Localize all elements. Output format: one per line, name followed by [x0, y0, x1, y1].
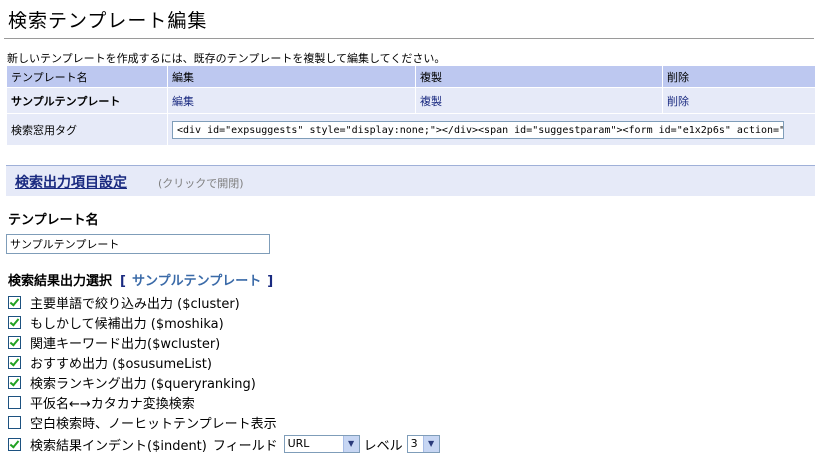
option-label: 平仮名←→カタカナ変換検索 — [30, 396, 195, 412]
option-moshika[interactable]: もしかして候補出力 ($moshika) — [8, 313, 224, 332]
option-label: 主要単語で絞り込み出力 ($cluster) — [30, 296, 240, 312]
copy-link[interactable]: 複製 — [420, 95, 442, 108]
option-label: 関連キーワード出力($wcluster) — [30, 336, 221, 352]
template-name-cell: サンプルテンプレート — [6, 87, 168, 114]
table-header-row: テンプレート名 編集 複製 削除 — [6, 65, 815, 88]
option-label: もしかして候補出力 ($moshika) — [30, 316, 224, 332]
field-select[interactable]: URL ▼ — [283, 435, 360, 453]
page-title: 検索テンプレート編集 — [8, 10, 208, 32]
checkbox[interactable] — [8, 395, 21, 409]
header-delete: 削除 — [662, 65, 815, 88]
result-output-label: 検索結果出力選択 — [8, 274, 113, 289]
checkbox[interactable] — [8, 315, 21, 329]
result-output-heading: 検索結果出力選択 [ サンプルテンプレート] — [8, 270, 273, 289]
search-tag-label: 検索窓用タグ — [6, 113, 168, 146]
template-table: テンプレート名 編集 複製 削除 サンプルテンプレート 編集 複製 削除 検索窓… — [6, 65, 815, 146]
option-label: 検索ランキング出力 ($queryranking) — [30, 376, 256, 392]
checkbox[interactable] — [8, 375, 21, 389]
intro-text: 新しいテンプレートを作成するには、既存のテンプレートを複製して編集してください。 — [7, 52, 446, 65]
option-label: おすすめ出力 ($osusumeList) — [30, 356, 212, 372]
open-bracket: [ — [120, 274, 126, 289]
checkbox[interactable] — [8, 437, 21, 451]
delete-link[interactable]: 削除 — [667, 95, 689, 108]
chevron-down-icon[interactable]: ▼ — [422, 436, 439, 452]
header-copy: 複製 — [415, 65, 663, 88]
option-wcluster[interactable]: 関連キーワード出力($wcluster) — [8, 333, 221, 352]
output-settings-bar: 検索出力項目設定 (クリックで開閉) — [6, 165, 815, 196]
field-label: フィールド — [212, 438, 278, 454]
edit-link[interactable]: 編集 — [172, 95, 194, 108]
search-tag-field[interactable]: <div id="expsuggests" style="display:non… — [172, 120, 784, 139]
search-tag-row: 検索窓用タグ <div id="expsuggests" style="disp… — [6, 113, 815, 146]
checkbox[interactable] — [8, 355, 21, 369]
template-link[interactable]: サンプルテンプレート — [132, 274, 261, 289]
template-name-input[interactable] — [6, 234, 270, 254]
output-settings-toggle[interactable]: 検索出力項目設定 — [15, 172, 127, 192]
title-divider — [4, 38, 814, 39]
field-select-value: URL — [287, 437, 310, 450]
toggle-hint: (クリックで開閉) — [158, 177, 244, 190]
checkbox[interactable] — [8, 335, 21, 349]
option-nohit-template[interactable]: 空白検索時、ノーヒットテンプレート表示 — [8, 413, 277, 432]
table-row: サンプルテンプレート 編集 複製 削除 — [6, 87, 815, 114]
checkbox[interactable] — [8, 295, 21, 309]
option-label: 空白検索時、ノーヒットテンプレート表示 — [30, 416, 277, 432]
option-queryranking[interactable]: 検索ランキング出力 ($queryranking) — [8, 373, 256, 392]
option-kana-convert[interactable]: 平仮名←→カタカナ変換検索 — [8, 393, 195, 412]
chevron-down-icon[interactable]: ▼ — [342, 436, 359, 452]
option-cluster[interactable]: 主要単語で絞り込み出力 ($cluster) — [8, 293, 240, 312]
option-label: 検索結果インデント($indent) — [30, 438, 207, 454]
checkbox[interactable] — [8, 415, 21, 429]
level-label: レベル — [363, 438, 403, 454]
header-edit: 編集 — [167, 65, 416, 88]
template-name-label: テンプレート名 — [8, 213, 99, 228]
option-osusume[interactable]: おすすめ出力 ($osusumeList) — [8, 353, 212, 372]
close-bracket: ] — [267, 274, 274, 289]
level-select-value: 3 — [410, 437, 418, 450]
level-select[interactable]: 3 ▼ — [406, 435, 440, 453]
header-template-name: テンプレート名 — [6, 65, 168, 88]
option-indent[interactable]: 検索結果インデント($indent) フィールド URL ▼ レベル 3 ▼ — [8, 435, 440, 454]
